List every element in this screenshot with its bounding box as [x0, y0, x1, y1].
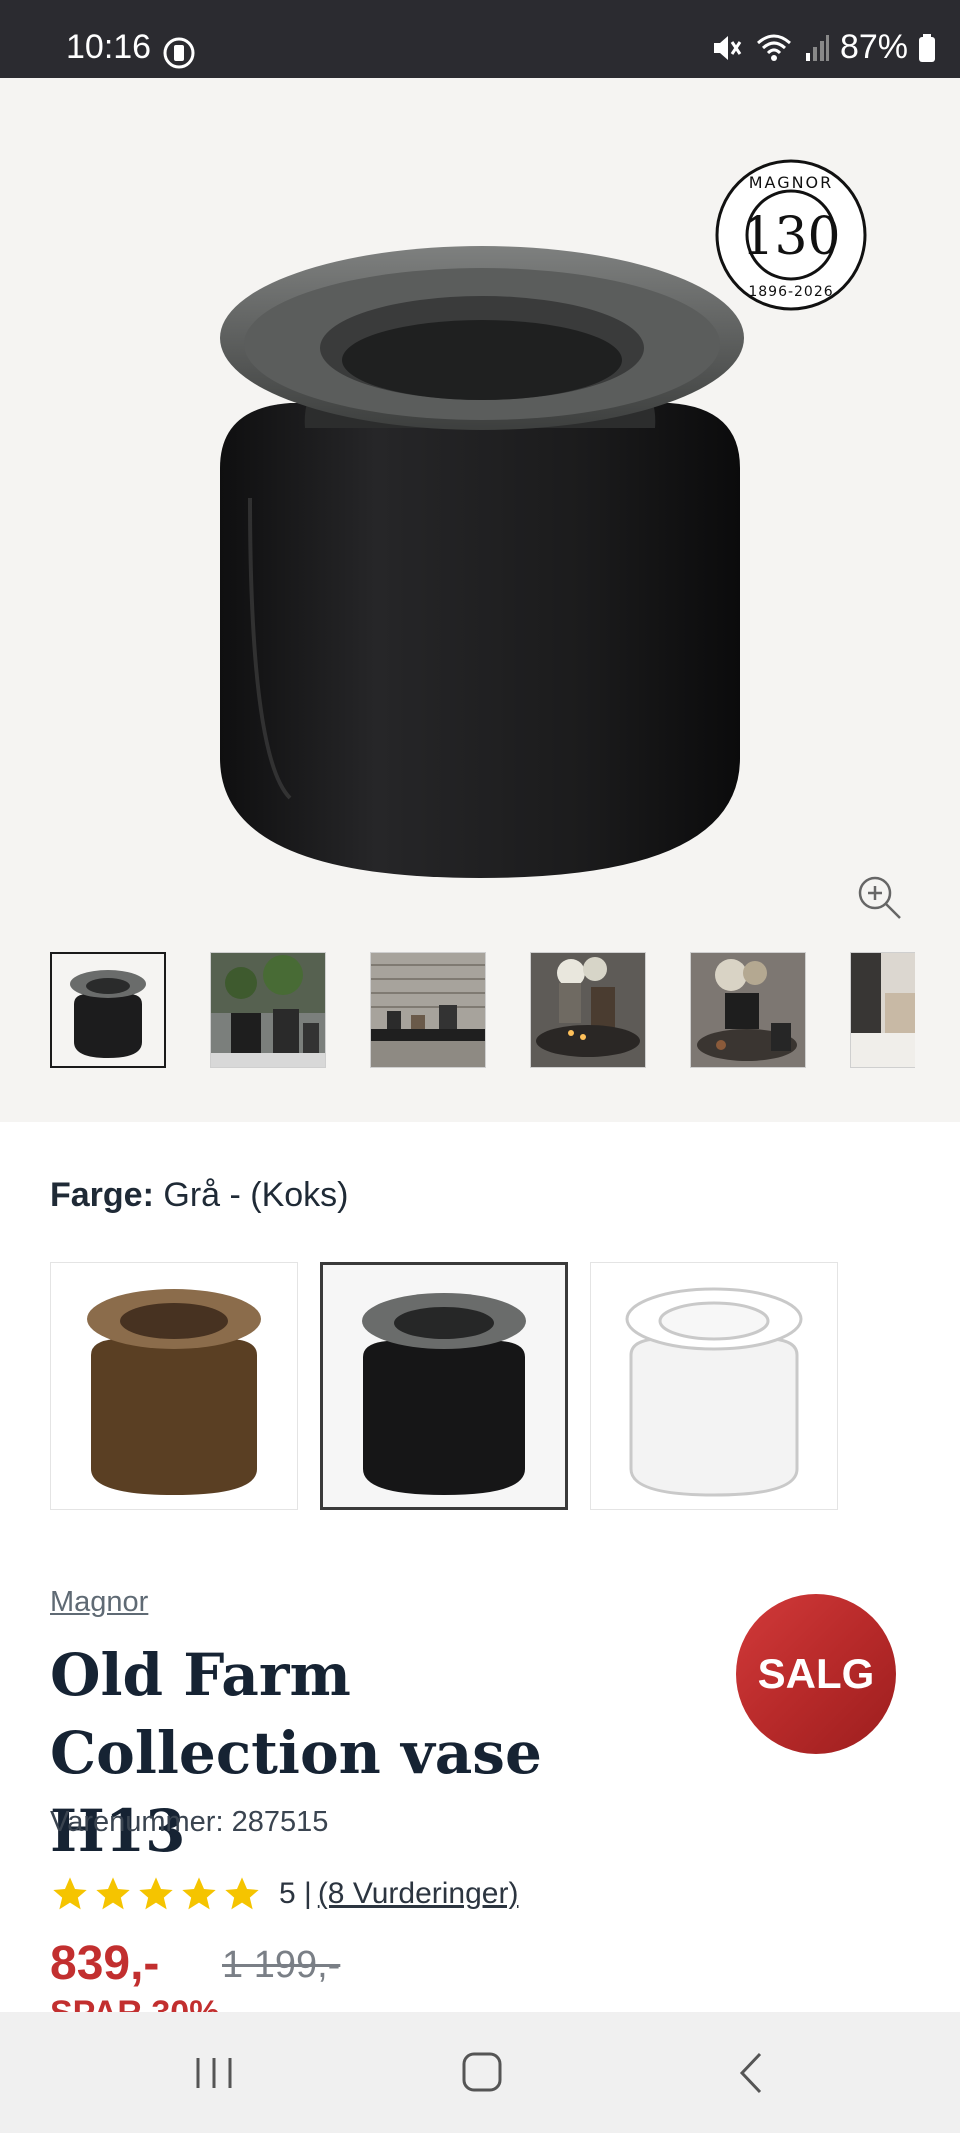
star-icon	[182, 1877, 216, 1910]
notification-icon	[163, 37, 195, 69]
thumbnail-3[interactable]	[370, 952, 486, 1068]
mute-icon	[713, 35, 742, 60]
home-icon[interactable]	[452, 2048, 512, 2098]
product-gallery[interactable]: 130 MAGNOR 1896-2026	[0, 78, 960, 1122]
status-bar: 10:16 87%	[0, 0, 960, 78]
thumbnail-6[interactable]	[850, 952, 915, 1068]
system-nav-bar	[0, 2012, 960, 2133]
swatch-clear[interactable]	[590, 1262, 838, 1510]
battery-icon	[919, 33, 935, 62]
status-time: 10:16	[66, 28, 152, 66]
status-right: 87%	[710, 28, 936, 67]
star-icon	[139, 1877, 173, 1910]
product-main-image[interactable]	[210, 198, 750, 898]
discount-label: SPAR 30%	[50, 1996, 219, 2012]
battery-percent: 87%	[839, 28, 908, 66]
badge-brand: MAGNOR	[749, 173, 834, 192]
back-icon[interactable]	[722, 2048, 782, 2098]
color-value: Grå - (Koks)	[163, 1176, 349, 1214]
badge-years: 1896-2026	[748, 284, 833, 300]
thumbnail-2[interactable]	[210, 952, 326, 1068]
recent-apps-icon[interactable]	[184, 2048, 244, 2098]
reviews-link[interactable]: (8 Vurderinger)	[318, 1877, 519, 1911]
color-label-row: Farge: Grå - (Koks)	[50, 1176, 349, 1215]
price-current: 839,-	[50, 1937, 160, 1990]
rating-score: 5 |	[279, 1877, 312, 1910]
color-label: Farge:	[50, 1176, 154, 1214]
star-icon	[225, 1877, 259, 1910]
star-icon	[96, 1877, 130, 1910]
thumbnail-4[interactable]	[530, 952, 646, 1068]
price-original: 1 199,-	[222, 1944, 341, 1986]
thumbnail-1[interactable]	[50, 952, 166, 1068]
swatch-grey[interactable]	[320, 1262, 568, 1510]
brand-link[interactable]: Magnor	[50, 1586, 148, 1619]
magnor-130-badge: 130 MAGNOR 1896-2026	[715, 159, 867, 311]
thumbnail-5[interactable]	[690, 952, 806, 1068]
signal-icon	[805, 34, 829, 61]
thumbnail-strip[interactable]	[50, 952, 915, 1070]
swatch-brown[interactable]	[50, 1262, 298, 1510]
star-icon	[53, 1877, 87, 1910]
wifi-icon	[756, 34, 791, 61]
rating-row: 5 | (8 Vurderinger)	[50, 1874, 518, 1914]
zoom-in-icon[interactable]	[856, 874, 902, 920]
product-sku: Varenummer: 287515	[50, 1806, 329, 1838]
badge-number: 130	[741, 207, 840, 267]
sale-badge: SALG	[736, 1594, 896, 1754]
